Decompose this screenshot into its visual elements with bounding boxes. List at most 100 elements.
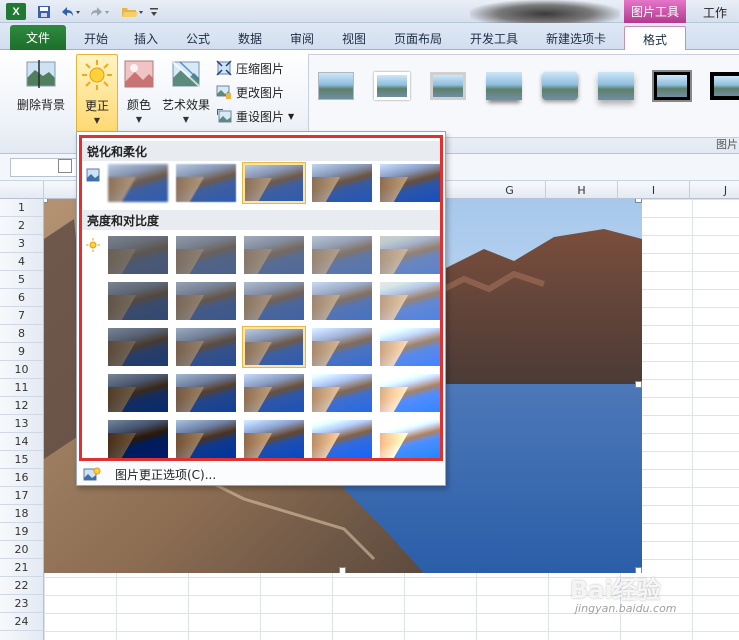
artistic-effects-button[interactable]: 艺术效果 ▼ [160,54,212,140]
brightness-contrast-option[interactable] [310,326,374,368]
brightness-contrast-option[interactable] [378,372,442,414]
tab-insert[interactable]: 插入 [124,26,168,50]
row-header[interactable]: 20 [0,541,43,559]
brightness-contrast-option[interactable] [310,418,374,460]
redo-icon[interactable] [88,3,112,20]
tab-new-tab[interactable]: 新建选项卡 [536,26,616,50]
brightness-contrast-option[interactable] [378,326,442,368]
row-header[interactable]: 14 [0,433,43,451]
row-header[interactable]: 16 [0,469,43,487]
picture-style-thumbnail[interactable] [483,69,525,103]
brightness-contrast-option[interactable] [174,234,238,276]
chevron-down-icon: ▼ [93,116,101,125]
brightness-contrast-option[interactable] [174,280,238,322]
corrections-button[interactable]: 更正 ▼ [76,54,118,140]
resize-handle[interactable] [635,381,642,388]
sharpen-option[interactable] [310,162,374,204]
brightness-contrast-option[interactable] [106,280,170,322]
picture-style-thumbnail[interactable] [707,69,739,103]
resize-handle[interactable] [339,567,346,573]
row-header[interactable]: 9 [0,343,43,361]
row-header[interactable]: 23 [0,595,43,613]
reset-picture-button[interactable]: 重设图片 ▼ [216,105,294,127]
brightness-contrast-option[interactable] [378,418,442,460]
tab-home[interactable]: 开始 [74,26,118,50]
brightness-contrast-option[interactable] [310,234,374,276]
picture-style-thumbnail[interactable] [427,69,469,103]
row-header[interactable]: 21 [0,559,43,577]
picture-style-thumbnail[interactable] [595,69,637,103]
tab-file[interactable]: 文件 [10,25,66,50]
undo-icon[interactable] [58,3,82,20]
select-all-corner[interactable] [0,181,44,199]
picture-style-thumbnail[interactable] [651,69,693,103]
customize-quick-access-icon[interactable] [148,3,160,20]
brightness-contrast-option[interactable] [242,372,306,414]
remove-background-button[interactable]: 删除背景 [12,54,70,140]
brightness-contrast-option[interactable] [310,372,374,414]
row-header[interactable]: 17 [0,487,43,505]
tab-data[interactable]: 数据 [228,26,272,50]
corrections-gallery: 锐化和柔化 亮度和对比度 [79,135,443,461]
tab-format[interactable]: 格式 [624,26,686,51]
row-header[interactable]: 22 [0,577,43,595]
sharpen-option[interactable] [378,162,442,204]
row-header[interactable]: 24 [0,613,43,631]
sharpen-option[interactable] [106,162,170,204]
resize-handle[interactable] [44,199,48,203]
brightness-contrast-option[interactable] [106,234,170,276]
tab-page-layout[interactable]: 页面布局 [386,26,450,50]
brightness-contrast-option[interactable] [106,418,170,460]
change-picture-button[interactable]: 更改图片 [216,81,284,103]
row-header[interactable]: 6 [0,289,43,307]
brightness-contrast-option[interactable] [242,280,306,322]
column-header-h[interactable]: H [546,181,618,199]
row-header[interactable]: 19 [0,523,43,541]
brightness-contrast-option[interactable] [106,326,170,368]
row-header[interactable]: 12 [0,397,43,415]
brightness-contrast-option[interactable] [174,326,238,368]
row-header[interactable]: 3 [0,235,43,253]
row-header[interactable]: 5 [0,271,43,289]
excel-logo-icon[interactable]: X [6,3,26,20]
row-header[interactable]: 13 [0,415,43,433]
picture-corrections-options-item[interactable]: 图片更正选项(C)... [77,463,445,485]
tab-formulas[interactable]: 公式 [176,26,220,50]
brightness-contrast-option[interactable] [378,280,442,322]
color-button[interactable]: 颜色 ▼ [122,54,156,140]
brightness-contrast-option[interactable] [378,234,442,276]
picture-style-thumbnail[interactable] [315,69,357,103]
tab-review[interactable]: 审阅 [280,26,324,50]
tab-developer[interactable]: 开发工具 [462,26,526,50]
brightness-contrast-option[interactable] [242,234,306,276]
brightness-contrast-option[interactable] [106,372,170,414]
save-icon[interactable] [36,3,52,20]
row-header[interactable]: 15 [0,451,43,469]
sharpen-option-selected[interactable] [242,162,306,204]
picture-style-thumbnail[interactable] [371,69,413,103]
row-header[interactable]: 10 [0,361,43,379]
compress-pictures-button[interactable]: 压缩图片 [216,57,284,79]
brightness-contrast-option[interactable] [174,372,238,414]
brightness-contrast-option[interactable] [242,418,306,460]
row-header[interactable]: 2 [0,217,43,235]
resize-handle[interactable] [635,199,642,203]
sharpen-option[interactable] [174,162,238,204]
row-header[interactable]: 1 [0,199,43,217]
row-header[interactable]: 11 [0,379,43,397]
row-header[interactable]: 7 [0,307,43,325]
column-header-j[interactable]: J [690,181,739,199]
row-header[interactable]: 4 [0,253,43,271]
row-header[interactable]: 8 [0,325,43,343]
picture-style-thumbnail[interactable] [539,69,581,103]
column-header-i[interactable]: I [618,181,690,199]
row-header[interactable]: 18 [0,505,43,523]
open-folder-icon[interactable] [120,3,146,20]
column-header-g[interactable]: G [474,181,546,199]
brightness-contrast-option-selected[interactable] [242,326,306,368]
brightness-contrast-option[interactable] [310,280,374,322]
window-title: 工作 [703,6,728,20]
brightness-contrast-option[interactable] [174,418,238,460]
color-icon [124,60,154,88]
tab-view[interactable]: 视图 [332,26,376,50]
